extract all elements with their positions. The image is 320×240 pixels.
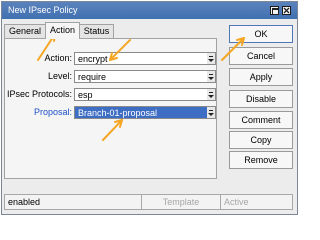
- arrow-to-proposal-field: [102, 119, 123, 141]
- arrow-to-level-field: [109, 39, 131, 61]
- tab-action[interactable]: Action: [45, 22, 80, 39]
- arrow-to-ok-button: [221, 37, 245, 61]
